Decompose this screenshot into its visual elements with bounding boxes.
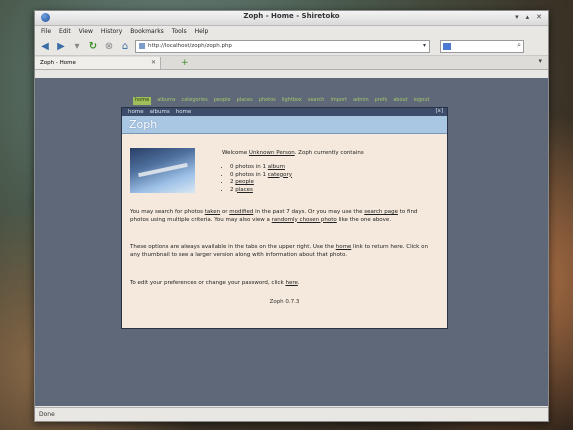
minimize-icon[interactable]: ▾ [515,13,519,22]
window-title: Zoph - Home - Shiretoko [243,12,340,20]
menu-help[interactable]: Help [195,28,209,35]
options-paragraph: These options are always available in th… [130,244,435,259]
menu-file[interactable]: File [41,28,51,35]
search-bar[interactable]: ⌕ [440,39,524,53]
topmenu-home[interactable]: home [133,97,152,105]
url-dropdown-icon[interactable]: ▾ [423,42,426,49]
close-icon[interactable]: ✕ [536,13,542,22]
menu-edit[interactable]: Edit [59,28,71,35]
forward-icon[interactable]: ▶ [55,40,67,52]
text: in the past 7 days. Or you may use the [253,209,365,215]
topmenu-places[interactable]: places [237,97,253,105]
stat-text: 0 photos in 1 [230,164,268,170]
people-link[interactable]: people [235,179,254,185]
topmenu-people[interactable]: people [214,97,231,105]
status-bar: Done [35,407,548,421]
search-engine-icon[interactable] [443,42,451,50]
topmenu-import[interactable]: import [330,97,347,105]
topmenu-search[interactable]: search [308,97,325,105]
url-text: http://localhost/zoph/zoph.php [148,43,232,49]
taken-link[interactable]: taken [205,209,220,215]
list-item: 0 photos in 1 category [230,172,292,180]
topmenu-about[interactable]: about [393,97,407,105]
home-link[interactable]: home [336,244,352,250]
tab-label: Zoph - Home [40,59,76,66]
topmenu-categories[interactable]: categories [181,97,207,105]
title-bar[interactable]: Zoph - Home - Shiretoko ▾ ▴ ✕ [35,11,548,26]
breadcrumb-home-2[interactable]: home [176,109,192,115]
topmenu-admin[interactable]: admin [353,97,369,105]
topmenu-albums[interactable]: albums [157,97,175,105]
list-item: 2 places [230,187,292,195]
menu-tools[interactable]: Tools [172,28,187,35]
welcome-pre: Welcome [222,150,249,156]
breadcrumb-albums[interactable]: albums [150,109,170,115]
topmenu-logout[interactable]: logout [414,97,430,105]
maximize-icon[interactable]: ▴ [526,13,530,22]
random-photo-thumbnail[interactable] [130,148,195,193]
menu-view[interactable]: View [79,28,93,35]
menu-history[interactable]: History [101,28,122,35]
browser-window: Zoph - Home - Shiretoko ▾ ▴ ✕ File Edit … [34,10,549,422]
menu-bar: File Edit View History Bookmarks Tools H… [35,26,548,37]
user-link[interactable]: Unknown Person [249,150,295,156]
text: To edit your preferences or change your … [130,280,286,286]
breadcrumb-clear[interactable]: [x] [435,108,443,114]
search-icon[interactable]: ⌕ [517,41,521,50]
history-dropdown-icon[interactable]: ▾ [71,40,83,52]
text: . [297,280,300,286]
stat-text: 0 photos in 1 [230,171,268,178]
menu-bookmarks[interactable]: Bookmarks [130,28,164,35]
preferences-paragraph: To edit your preferences or change your … [130,280,435,288]
page-viewport: home albums categories people places pho… [35,78,548,406]
album-link[interactable]: album [268,164,285,170]
list-item: 0 photos in 1 album [230,164,292,172]
topmenu-photos[interactable]: photos [259,97,276,105]
text: You may search for photos [130,209,205,215]
page-title: Zoph [122,116,447,134]
breadcrumb: home albums home [x] [122,108,447,116]
navigation-toolbar: ◀ ▶ ▾ ↻ ⊗ ⌂ http://localhost/zoph/zoph.p… [35,37,548,55]
back-icon[interactable]: ◀ [39,40,51,52]
topmenu-lightbox[interactable]: lightbox [282,97,302,105]
tab-list-icon[interactable]: ▾ [538,57,542,65]
welcome-post: . Zoph currently contains [294,150,364,156]
welcome-text: Welcome Unknown Person. Zoph currently c… [222,150,364,158]
topmenu-prefs[interactable]: prefs [375,97,388,105]
search-page-link[interactable]: search page [364,209,398,215]
new-tab-icon[interactable]: + [181,58,189,68]
zoph-top-menu: home albums categories people places pho… [133,97,438,105]
window-controls: ▾ ▴ ✕ [515,13,542,22]
list-item: 2 people [230,179,292,187]
search-paragraph: You may search for photos taken or modif… [130,209,435,224]
zoph-main-panel: home albums home [x] Zoph Welcome Unknow… [121,107,448,329]
tab-bar: Zoph - Home ✕ + ▾ [35,55,548,70]
stats-list: 0 photos in 1 album 0 photos in 1 catego… [222,164,292,194]
home-icon[interactable]: ⌂ [119,40,131,52]
text: like the one above. [336,216,392,223]
url-bar[interactable]: http://localhost/zoph/zoph.php ▾ [135,39,430,53]
random-photo-link[interactable]: randomly chosen photo [272,217,337,223]
tab-zoph-home[interactable]: Zoph - Home ✕ [35,56,161,69]
modified-link[interactable]: modified [229,209,253,215]
preferences-link[interactable]: here [285,280,297,286]
tab-close-icon[interactable]: ✕ [151,59,156,66]
status-text: Done [39,411,55,418]
breadcrumb-home[interactable]: home [128,109,144,115]
stop-icon[interactable]: ⊗ [103,40,115,52]
version-text: Zoph 0.7.3 [269,299,300,305]
category-link[interactable]: category [268,172,292,178]
site-icon [139,43,145,49]
places-link[interactable]: places [235,187,253,193]
text: or [220,209,230,215]
reload-icon[interactable]: ↻ [87,40,99,52]
text: These options are always available in th… [130,244,336,250]
